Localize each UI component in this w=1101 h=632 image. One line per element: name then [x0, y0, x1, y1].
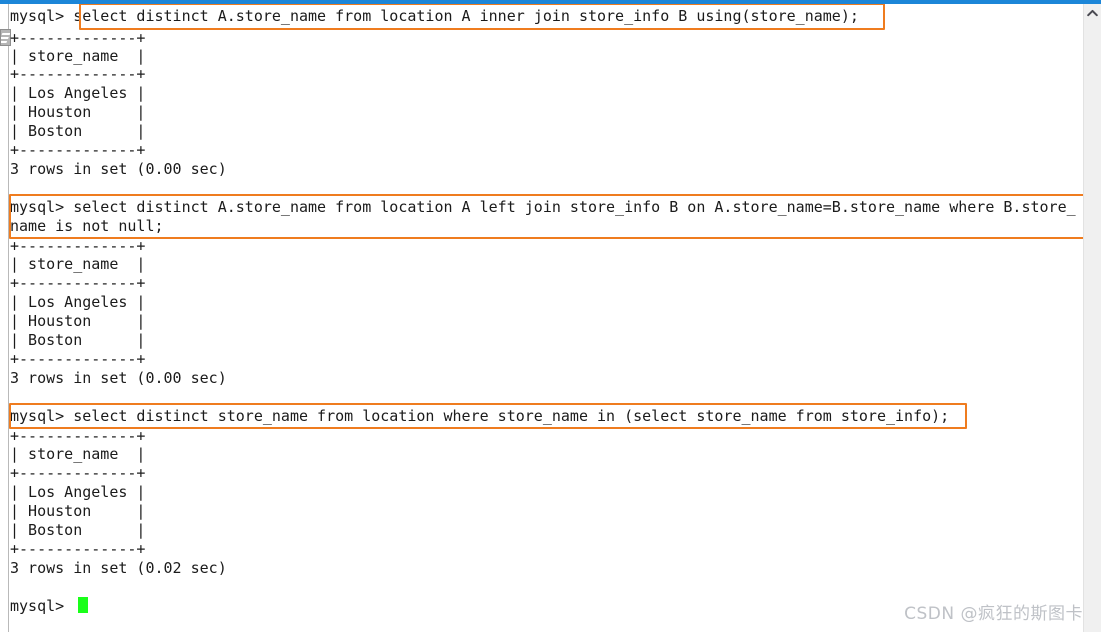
terminal-line-t3-row-1: | Los Angeles | — [10, 483, 146, 501]
terminal-line-t1-header: | store_name | — [10, 47, 146, 65]
query-highlight-hl-2 — [9, 194, 1087, 239]
terminal-line-t1-sep-mid: +-------------+ — [10, 65, 146, 83]
query-highlight-hl-1 — [79, 3, 885, 30]
terminal-line-t2-status: 3 rows in set (0.00 sec) — [10, 369, 227, 387]
terminal-line-t2-sep-top: +-------------+ — [10, 237, 146, 255]
terminal-line-t1-sep-bot: +-------------+ — [10, 141, 146, 159]
csdn-watermark: CSDN @疯狂的斯图卡 — [904, 604, 1083, 624]
terminal-line-t3-sep-top: +-------------+ — [10, 427, 146, 445]
terminal-line-t2-row-3: | Boston | — [10, 331, 146, 349]
terminal-output[interactable]: mysql> select distinct A.store_name from… — [10, 0, 1082, 632]
vertical-scrollbar[interactable] — [1083, 4, 1101, 632]
terminal-window: mysql> select distinct A.store_name from… — [0, 0, 1101, 632]
terminal-cursor — [78, 597, 88, 613]
window-left-edge — [0, 4, 9, 632]
terminal-line-t3-status: 3 rows in set (0.02 sec) — [10, 559, 227, 577]
terminal-line-t1-row-1: | Los Angeles | — [10, 84, 146, 102]
chevron-up-icon — [1087, 9, 1098, 17]
window-titlebar — [0, 0, 1101, 4]
terminal-line-t1-row-2: | Houston | — [10, 103, 146, 121]
terminal-line-t1-row-3: | Boston | — [10, 122, 146, 140]
query-highlight-hl-3 — [9, 403, 967, 429]
terminal-line-t1-sep-top: +-------------+ — [10, 29, 146, 47]
terminal-line-t3-header: | store_name | — [10, 445, 146, 463]
terminal-line-t3-row-3: | Boston | — [10, 521, 146, 539]
terminal-line-t3-row-2: | Houston | — [10, 502, 146, 520]
terminal-line-t2-row-2: | Houston | — [10, 312, 146, 330]
terminal-line-t3-sep-bot: +-------------+ — [10, 540, 146, 558]
terminal-line-t2-header: | store_name | — [10, 255, 146, 273]
terminal-line-t3-sep-mid: +-------------+ — [10, 464, 146, 482]
terminal-line-t2-sep-mid: +-------------+ — [10, 274, 146, 292]
terminal-line-q4-prompt: mysql> — [10, 597, 65, 615]
terminal-line-t2-row-1: | Los Angeles | — [10, 293, 146, 311]
terminal-line-t1-status: 3 rows in set (0.00 sec) — [10, 160, 227, 178]
terminal-line-t2-sep-bot: +-------------+ — [10, 350, 146, 368]
scroll-up-button[interactable] — [1084, 4, 1101, 22]
